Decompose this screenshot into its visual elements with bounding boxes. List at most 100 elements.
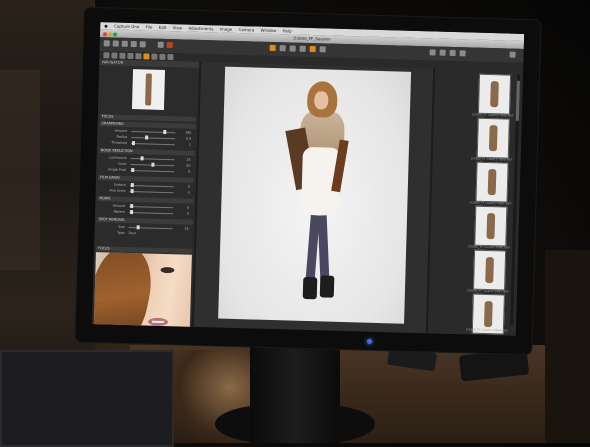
- row-value[interactable]: 0: [178, 184, 190, 189]
- spot-tool-icon[interactable]: [319, 46, 326, 53]
- model-face: [314, 91, 329, 110]
- model-boot-left: [302, 276, 318, 300]
- slider-knob[interactable]: [140, 156, 144, 161]
- thumbnail-figure: [486, 213, 496, 240]
- zoom-tool-icon[interactable]: [279, 45, 286, 52]
- slider-knob[interactable]: [130, 183, 134, 188]
- row-label: Radius: [116, 134, 128, 139]
- slider-knob[interactable]: [130, 210, 134, 215]
- slider-track[interactable]: [130, 143, 175, 146]
- thumbnail[interactable]: [476, 117, 510, 159]
- slider-track[interactable]: [131, 131, 176, 134]
- library-tab-icon[interactable]: [103, 52, 110, 59]
- row-value[interactable]: 1: [179, 142, 191, 147]
- pan-tool-icon[interactable]: [269, 44, 276, 52]
- trash-icon[interactable]: [139, 41, 146, 48]
- window-title: D3000_FF_Session: [293, 35, 331, 42]
- row-value[interactable]: 0: [177, 205, 189, 210]
- monitor-screen: ● Capture One File Edit View Adjustments…: [91, 22, 525, 336]
- image-browser: D3000_FF Clean1-7999.NEF D3000_FF Clean1…: [427, 68, 524, 336]
- crop-tool-icon[interactable]: [289, 45, 296, 52]
- monitor-bezel: ● Capture One File Edit View Adjustments…: [75, 7, 541, 355]
- slider-track[interactable]: [129, 191, 174, 194]
- slider-knob[interactable]: [131, 168, 135, 173]
- row-value[interactable]: 0: [178, 190, 190, 195]
- row-label: Color: [118, 161, 127, 166]
- thumbnail[interactable]: [475, 161, 509, 203]
- row-label: Pattern: [113, 209, 126, 214]
- thumbnail[interactable]: [477, 73, 512, 115]
- row-label: Fine Grain: [109, 188, 126, 193]
- browser-scrollbar[interactable]: [510, 74, 521, 325]
- capture-icon[interactable]: [112, 40, 119, 47]
- viewer-icon[interactable]: [439, 49, 446, 56]
- row-value[interactable]: 25: [177, 226, 189, 231]
- scrollbar-thumb[interactable]: [515, 80, 520, 121]
- navigator-thumbnail[interactable]: [131, 69, 166, 110]
- row-label: Luminance: [109, 155, 127, 160]
- lens-tab-icon[interactable]: [135, 53, 142, 60]
- slider-knob[interactable]: [136, 225, 140, 230]
- grid-view-icon[interactable]: [429, 49, 436, 56]
- close-window-button[interactable]: [102, 32, 108, 37]
- row-label: Threshold: [111, 140, 128, 145]
- slider-knob[interactable]: [151, 162, 155, 167]
- thumbnail-figure: [485, 256, 494, 284]
- background-panel: [0, 70, 40, 270]
- slider-track[interactable]: [129, 185, 174, 188]
- slider-track[interactable]: [128, 227, 173, 230]
- thumbnail[interactable]: [474, 205, 508, 247]
- row-value[interactable]: 50: [178, 163, 190, 168]
- image-viewer[interactable]: [193, 61, 434, 334]
- slider-track[interactable]: [129, 212, 174, 215]
- row-label: Size: [118, 224, 125, 229]
- slider-track[interactable]: [130, 158, 175, 161]
- thumbnail-figure: [488, 125, 498, 152]
- slider-knob[interactable]: [145, 135, 149, 140]
- focus-loupe-preview[interactable]: [93, 252, 192, 335]
- exposure-tab-icon[interactable]: [127, 52, 134, 60]
- row-value[interactable]: 180: [179, 130, 191, 135]
- row-label: Amount: [114, 128, 128, 133]
- exposure-warning-icon[interactable]: [459, 50, 466, 57]
- color-tab-icon[interactable]: [119, 52, 126, 59]
- thumbnail-figure: [483, 300, 493, 328]
- row-value[interactable]: 25: [178, 157, 190, 162]
- metadata-tab-icon[interactable]: [159, 53, 166, 60]
- slider-knob[interactable]: [130, 189, 134, 194]
- capture-tab-icon[interactable]: [111, 52, 118, 59]
- adjustments-tab-icon[interactable]: [151, 53, 158, 60]
- row-value[interactable]: 0: [178, 169, 190, 174]
- slider-knob[interactable]: [163, 129, 167, 135]
- rotate-tool-icon[interactable]: [299, 45, 306, 52]
- zoom-window-button[interactable]: [112, 32, 118, 37]
- main-photo[interactable]: [218, 66, 412, 324]
- slider-track[interactable]: [130, 170, 175, 173]
- slider-track[interactable]: [131, 137, 176, 140]
- picker-tool-icon[interactable]: [309, 45, 316, 53]
- redo-icon[interactable]: [166, 42, 173, 49]
- slider-knob[interactable]: [131, 141, 136, 146]
- slider-track[interactable]: [129, 206, 174, 209]
- model-boot-right: [319, 275, 335, 298]
- minimize-window-button[interactable]: [107, 32, 113, 37]
- thumbnail[interactable]: [473, 249, 507, 291]
- import-icon[interactable]: [103, 40, 110, 47]
- slider-knob[interactable]: [130, 204, 134, 209]
- settings-icon[interactable]: [509, 51, 516, 58]
- loupe-eye: [159, 265, 176, 275]
- thumbnail-figure: [490, 81, 499, 108]
- loupe-teeth: [151, 320, 165, 324]
- proof-icon[interactable]: [449, 49, 456, 57]
- row-label: Amount: [112, 203, 126, 208]
- undo-icon[interactable]: [157, 41, 164, 48]
- spot-type-select[interactable]: Dust: [128, 231, 140, 236]
- background-object: [545, 250, 590, 443]
- details-tab-icon[interactable]: [143, 53, 150, 60]
- row-value[interactable]: 0.8: [179, 136, 191, 141]
- process-icon[interactable]: [130, 40, 137, 48]
- output-tab-icon[interactable]: [167, 54, 174, 61]
- tools-panel: NAVIGATOR FOCUS SHARPENING Amount 180 Ra…: [91, 59, 200, 335]
- folder-icon[interactable]: [121, 40, 128, 47]
- row-value[interactable]: 0: [177, 211, 189, 216]
